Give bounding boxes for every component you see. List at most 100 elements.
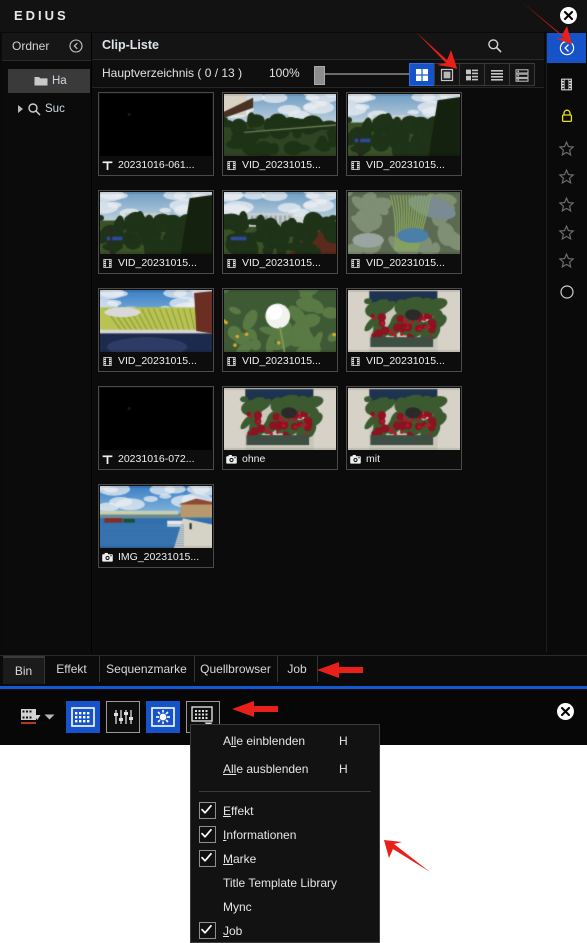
view-mode-tile-detail-button[interactable]	[459, 63, 485, 86]
camera-icon	[102, 552, 113, 562]
rating-4[interactable]	[550, 217, 583, 247]
clip-item[interactable]: mit	[346, 386, 462, 470]
menu-item-alle-ausblenden[interactable]: Alle ausblenden H	[191, 757, 379, 781]
no-rating[interactable]	[550, 277, 583, 307]
menu-item-job[interactable]: Job	[191, 919, 379, 943]
clip-name: mit	[366, 453, 380, 465]
film-icon	[351, 356, 360, 366]
rating-2[interactable]	[550, 161, 583, 191]
rating-5[interactable]	[550, 245, 583, 275]
view-mode-large-tile-button[interactable]	[434, 63, 460, 86]
clip-list-toolbar: Hauptverzeichnis ( 0 / 13 ) 100%	[92, 60, 544, 88]
clip-item[interactable]: ohne	[222, 386, 338, 470]
clip-list-header: Clip-Liste	[92, 33, 544, 60]
circle-icon	[559, 285, 574, 299]
clip-label: VID_20231015...	[101, 353, 197, 369]
clip-thumbnail	[224, 94, 336, 156]
title-icon	[102, 160, 113, 170]
clip-label: IMG_20231015...	[101, 549, 199, 565]
rating-3[interactable]	[550, 189, 583, 219]
clip-item[interactable]: VID_20231015...	[98, 288, 214, 372]
thumbnail-size-slider-knob[interactable]	[314, 66, 325, 85]
check-icon	[201, 804, 212, 814]
menu-item-marke[interactable]: Marke	[191, 847, 379, 871]
search-icon[interactable]	[487, 38, 502, 53]
check-icon	[201, 828, 212, 838]
right-rail	[546, 33, 586, 652]
clip-item[interactable]: IMG_20231015...	[98, 484, 214, 568]
star-icon	[558, 224, 575, 240]
collapse-panel-button[interactable]	[547, 33, 586, 63]
clip-name: IMG_20231015...	[118, 551, 200, 563]
folder-panel-title: Ordner	[12, 39, 50, 53]
view-mode-buttons	[409, 63, 535, 86]
bin-button[interactable]	[66, 701, 100, 733]
window-close-button[interactable]	[560, 7, 577, 24]
tab-bin[interactable]: Bin	[3, 656, 45, 684]
clip-item[interactable]: VID_20231015...	[98, 190, 214, 274]
film-icon	[227, 356, 236, 366]
clip-list-path: Hauptverzeichnis ( 0 / 13 )	[102, 66, 243, 80]
rating-1[interactable]	[550, 133, 583, 163]
tab-job[interactable]: Job	[277, 656, 318, 682]
lock-button[interactable]	[550, 101, 583, 131]
film-icon	[227, 160, 236, 170]
menu-item-label: Informationen	[223, 828, 297, 842]
tab-label: Effekt	[56, 662, 87, 676]
tab-effekt[interactable]: Effekt	[44, 656, 100, 682]
clip-thumbnail	[348, 94, 460, 156]
clip-label: mit	[349, 451, 380, 467]
clip-label: VID_20231015...	[101, 255, 197, 271]
menu-item-mync[interactable]: Mync	[191, 895, 379, 919]
clip-name: 20231016-061...	[118, 159, 195, 171]
clip-item[interactable]: 20231016-061...	[98, 92, 214, 176]
checkbox[interactable]	[199, 826, 216, 843]
camera-icon	[350, 454, 361, 464]
clip-item[interactable]: VID_20231015...	[222, 92, 338, 176]
view-mode-grid-button[interactable]	[409, 63, 435, 86]
tab-quellbrowser[interactable]: Quellbrowser	[194, 656, 278, 682]
clip-item[interactable]: VID_20231015...	[346, 92, 462, 176]
folder-tree-item-root-label: Ha	[52, 75, 67, 87]
film-icon	[103, 258, 112, 268]
clip-label: 20231016-061...	[101, 157, 194, 173]
mixer-button[interactable]	[106, 701, 140, 733]
film-button[interactable]	[550, 69, 583, 99]
clip-item[interactable]: VID_20231015...	[346, 190, 462, 274]
checkbox[interactable]	[199, 850, 216, 867]
clip-label: VID_20231015...	[349, 353, 445, 369]
clip-thumbnail	[224, 192, 336, 254]
clip-item[interactable]: VID_20231015...	[346, 288, 462, 372]
menu-item-effekt[interactable]: Effekt	[191, 799, 379, 823]
film-icon	[351, 258, 360, 268]
thumbnail-size-slider[interactable]	[316, 73, 412, 75]
clip-name: VID_20231015...	[118, 355, 197, 367]
palette-button[interactable]	[146, 701, 180, 733]
tab-label: Job	[287, 662, 307, 676]
menu-item-alle-einblenden[interactable]: Alle einblenden H	[191, 729, 379, 753]
chevron-down-icon[interactable]	[40, 701, 58, 733]
tab-sequenzmarke[interactable]: Sequenzmarke	[99, 656, 195, 682]
chevron-right-icon[interactable]	[18, 105, 23, 113]
menu-item-label: Effekt	[223, 804, 254, 818]
checkbox[interactable]	[199, 802, 216, 819]
tab-label: Quellbrowser	[200, 662, 271, 676]
clip-item[interactable]: VID_20231015...	[222, 288, 338, 372]
toolbar-close-button[interactable]	[557, 703, 574, 720]
menu-item-label: Job	[223, 924, 243, 938]
folder-tree-item-root[interactable]: Ha	[8, 69, 90, 93]
folder-tree-item-search[interactable]: Suc	[8, 97, 90, 121]
chevron-left-circle-icon[interactable]	[69, 39, 83, 53]
check-icon	[201, 852, 212, 862]
film-icon	[103, 356, 112, 366]
view-mode-list-button[interactable]	[484, 63, 510, 86]
view-mode-detail-list-button[interactable]	[509, 63, 535, 86]
checkbox[interactable]	[199, 922, 216, 939]
window-titlebar: EDIUS	[0, 0, 587, 32]
menu-item-informationen[interactable]: Informationen	[191, 823, 379, 847]
search-icon	[28, 103, 41, 116]
clip-item[interactable]: 20231016-072...	[98, 386, 214, 470]
menu-item-title-template-library[interactable]: Title Template Library	[191, 871, 379, 895]
clip-item[interactable]: VID_20231015...	[222, 190, 338, 274]
folder-panel: Ordner Ha Suc	[2, 33, 92, 652]
